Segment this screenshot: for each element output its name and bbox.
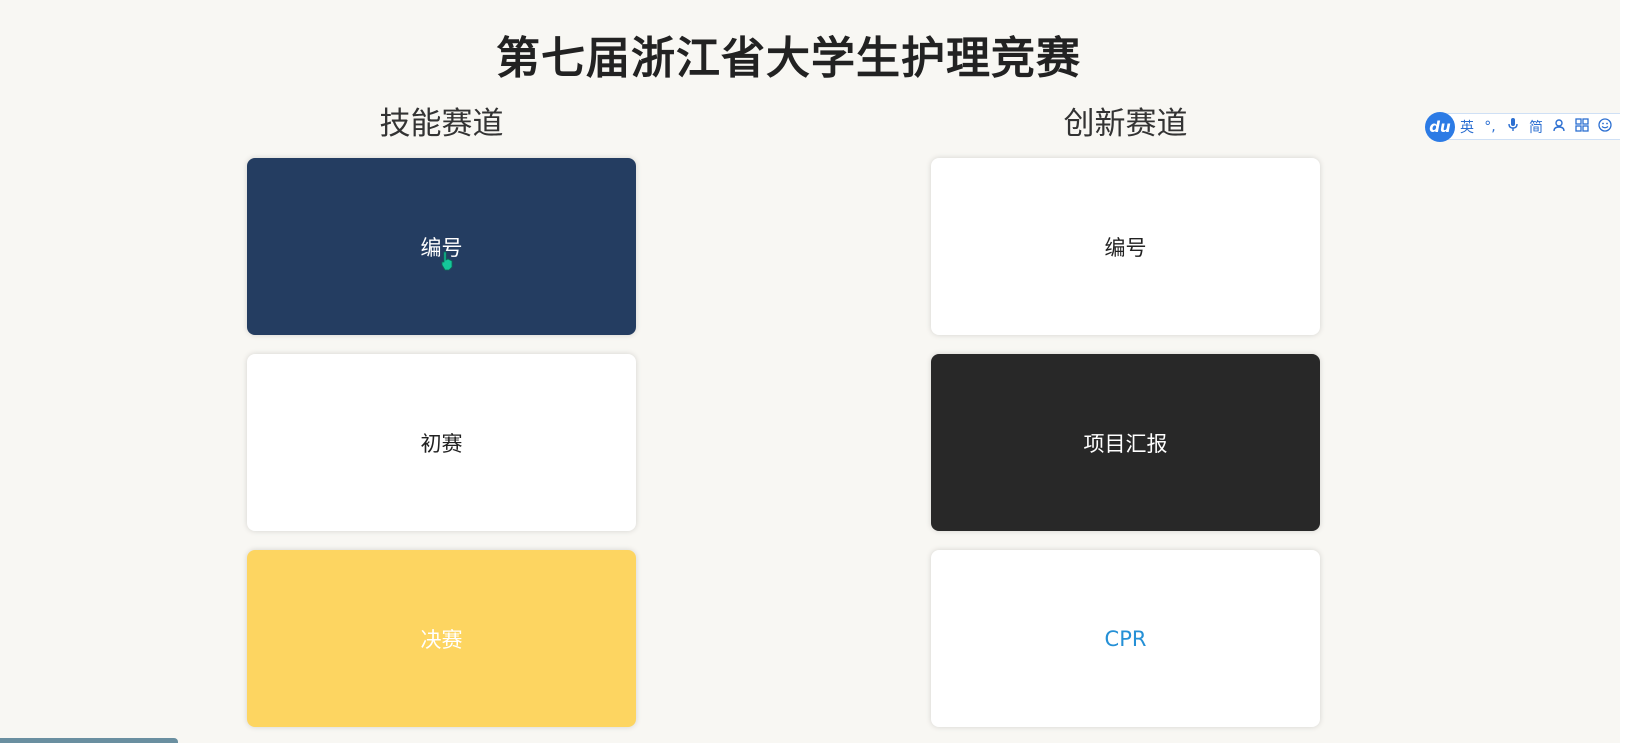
skill-final-label: 决赛 (420, 627, 463, 652)
skill-preliminary-card[interactable]: 初赛 (247, 354, 636, 531)
innovation-report-card[interactable]: 项目汇报 (931, 354, 1320, 531)
grid-icon[interactable] (1571, 117, 1593, 136)
hand-cursor-icon (441, 251, 453, 271)
emoji-icon[interactable] (1594, 117, 1616, 136)
innovation-number-label: 编号 (1104, 235, 1147, 260)
skill-track-title: 技能赛道 (379, 106, 504, 142)
skill-final-card[interactable]: 决赛 (247, 550, 636, 727)
ime-toolbar[interactable]: du 英 °, 简 (1425, 111, 1633, 142)
simplified-chinese-icon[interactable]: 简 (1525, 117, 1547, 137)
page-title: 第七届浙江省大学生护理竞赛 (496, 33, 1081, 84)
english-mode-icon[interactable]: 英 (1456, 117, 1478, 137)
baidu-ime-logo-icon[interactable]: du (1425, 111, 1455, 142)
innovation-number-card[interactable]: 编号 (931, 158, 1320, 335)
bottom-edge-bar (0, 738, 178, 743)
innovation-cpr-label: CPR (1104, 626, 1147, 651)
user-icon[interactable] (1548, 118, 1570, 136)
punctuation-icon[interactable]: °, (1479, 119, 1501, 135)
innovation-track-title: 创新赛道 (1063, 106, 1188, 142)
innovation-cpr-card[interactable]: CPR (931, 550, 1320, 727)
skill-preliminary-label: 初赛 (420, 431, 463, 456)
microphone-icon[interactable] (1502, 117, 1524, 136)
skill-number-card[interactable]: 编号 (247, 158, 636, 335)
innovation-report-label: 项目汇报 (1083, 431, 1168, 456)
right-edge-strip (1620, 0, 1633, 743)
